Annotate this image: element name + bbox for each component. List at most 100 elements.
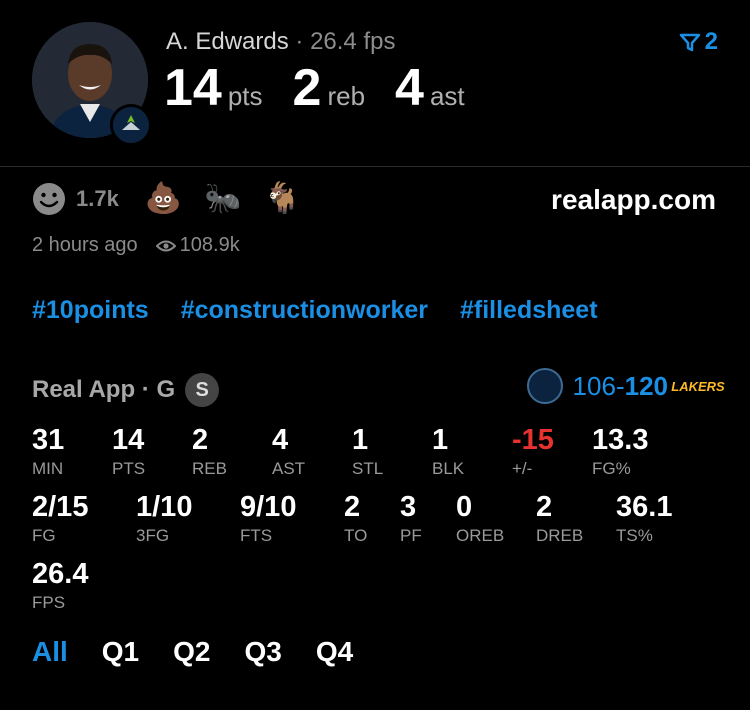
- player-name-line[interactable]: A. Edwards · 26.4 fps: [166, 28, 395, 56]
- ant-reaction-icon[interactable]: 🐜: [204, 184, 241, 214]
- filter-count: 2: [704, 28, 718, 55]
- stat-label: FG: [32, 526, 56, 545]
- stat-pts: 14 PTS: [112, 424, 145, 479]
- site-link[interactable]: realapp.com: [551, 184, 716, 216]
- home-score: 106: [572, 370, 616, 401]
- summary-value: 4: [395, 59, 424, 117]
- stat-label: AST: [272, 459, 306, 478]
- stat-value: 14: [112, 424, 145, 456]
- stat-label: PTS: [112, 459, 146, 478]
- stat-value: 2: [536, 491, 553, 523]
- stat-stl: 1 STL: [352, 424, 383, 479]
- player-name: A. Edwards: [166, 28, 289, 55]
- stat-fg: 2/15 FG: [32, 491, 88, 546]
- stat-reb: 2 REB: [192, 424, 227, 479]
- stat-value: 2: [192, 424, 209, 456]
- smile-reaction-count: 1.7k: [76, 186, 119, 211]
- stat-value: 26.4: [32, 558, 89, 590]
- stat-fps: 26.4 FPS: [32, 558, 88, 613]
- source-label: Real App · G: [32, 376, 176, 403]
- view-count: 108.9k: [155, 234, 240, 257]
- summary-stats: 14 pts 2 reb 4 ast: [164, 58, 495, 118]
- stat-to: 2 TO: [344, 491, 367, 546]
- stat-value: 0: [456, 491, 473, 523]
- tab-q4[interactable]: Q4: [316, 636, 353, 668]
- stat-label: FPS: [32, 593, 66, 612]
- stat-label: TS%: [616, 526, 653, 545]
- lakers-logo-icon: LAKERS: [671, 373, 724, 399]
- poop-reaction-icon[interactable]: 💩: [145, 184, 182, 214]
- quarter-tabs: All Q1 Q2 Q3 Q4: [32, 636, 387, 668]
- score-dash: -: [615, 370, 625, 401]
- hashtag-list: #10points #constructionworker #filledshe…: [32, 296, 630, 325]
- stat-ast: 4 AST: [272, 424, 305, 479]
- smile-reaction-icon[interactable]: [32, 182, 66, 216]
- filter-button[interactable]: 2: [679, 28, 718, 56]
- tab-q3[interactable]: Q3: [245, 636, 282, 668]
- stat-label: FG%: [592, 459, 631, 478]
- stat-label: REB: [192, 459, 227, 478]
- timberwolves-logo-icon: [526, 368, 563, 404]
- stat-fts: 9/10 FTS: [240, 491, 296, 546]
- goat-reaction-icon[interactable]: 🐐: [264, 184, 301, 214]
- stat-label: FTS: [240, 526, 273, 545]
- hashtag[interactable]: #10points: [32, 296, 149, 325]
- reactions-bar: 1.7k 💩 🐜 🐐: [32, 182, 323, 216]
- away-score: 120: [624, 370, 668, 401]
- name-separator: ·: [295, 28, 304, 55]
- stat-value: 1/10: [136, 491, 193, 523]
- section-divider: [0, 166, 750, 167]
- stat-value: 36.1: [616, 491, 673, 523]
- stat-value: 13.3: [592, 424, 649, 456]
- player-fps: 26.4 fps: [310, 28, 396, 55]
- summary-label: reb: [327, 81, 366, 111]
- filter-icon: [679, 33, 700, 52]
- stat-3fg: 1/10 3FG: [136, 491, 192, 546]
- s-badge: S: [185, 373, 220, 407]
- stat-label: 3FG: [136, 526, 170, 545]
- stat-value: 31: [32, 424, 65, 456]
- summary-label: pts: [227, 81, 263, 111]
- stat-value: 1: [432, 424, 449, 456]
- stat-min: 31 MIN: [32, 424, 64, 479]
- stat-label: PF: [400, 526, 422, 545]
- summary-label: ast: [429, 81, 465, 111]
- stat-blk: 1 BLK: [432, 424, 464, 479]
- tab-all[interactable]: All: [32, 636, 68, 668]
- tab-q2[interactable]: Q2: [173, 636, 210, 668]
- stat-ts-pct: 36.1 TS%: [616, 491, 672, 546]
- stat-label: +/-: [512, 459, 533, 478]
- boxscore-source: Real App · G S: [32, 373, 220, 407]
- stat-pf: 3 PF: [400, 491, 422, 546]
- stat-dreb: 2 DREB: [536, 491, 583, 546]
- view-count-value: 108.9k: [179, 234, 240, 256]
- stat-fg-pct: 13.3 FG%: [592, 424, 648, 479]
- stat-value: -15: [512, 424, 554, 456]
- stat-label: MIN: [32, 459, 64, 478]
- stat-oreb: 0 OREB: [456, 491, 504, 546]
- score-text: 106-120: [573, 371, 668, 402]
- lakers-logo-text: LAKERS: [671, 378, 725, 394]
- stat-value: 2/15: [32, 491, 89, 523]
- stat-label: OREB: [456, 526, 505, 545]
- time-ago: 2 hours ago: [32, 234, 138, 256]
- stat-value: 3: [400, 491, 417, 523]
- hashtag[interactable]: #constructionworker: [181, 296, 428, 325]
- stat-value: 2: [344, 491, 361, 523]
- stat-label: TO: [344, 526, 368, 545]
- game-score[interactable]: 106-120 LAKERS: [526, 368, 725, 404]
- stat-value: 4: [272, 424, 289, 456]
- stat-plus-minus: -15 +/-: [512, 424, 554, 479]
- eye-icon: [155, 240, 176, 251]
- stat-label: STL: [352, 459, 384, 478]
- tab-q1[interactable]: Q1: [102, 636, 139, 668]
- summary-value: 14: [164, 59, 222, 117]
- hashtag[interactable]: #filledsheet: [460, 296, 598, 325]
- stat-value: 9/10: [240, 491, 297, 523]
- post-meta: 2 hours ago 108.9k: [32, 234, 240, 257]
- stat-label: BLK: [432, 459, 465, 478]
- stat-value: 1: [352, 424, 369, 456]
- stat-label: DREB: [536, 526, 584, 545]
- summary-value: 2: [292, 59, 322, 117]
- team-logo-icon: [110, 104, 152, 146]
